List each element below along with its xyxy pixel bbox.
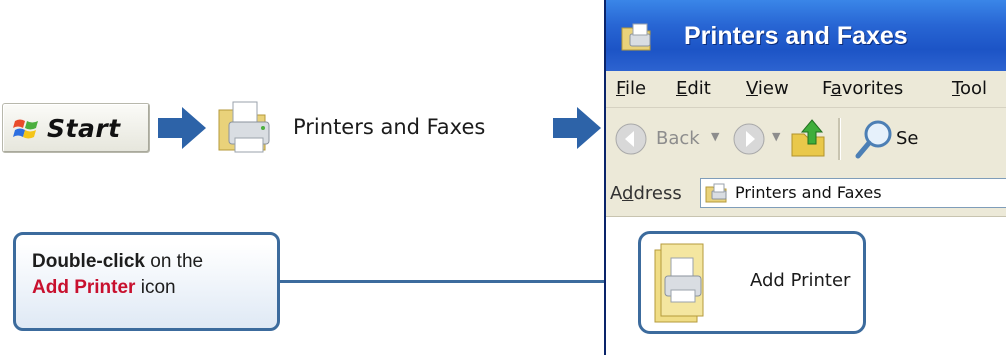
search-button-label[interactable]: Se	[896, 128, 1006, 149]
callout-mid-text: on the	[144, 251, 204, 272]
callout-end-text: icon	[135, 277, 176, 298]
search-icon[interactable]	[854, 118, 896, 160]
windows-logo-icon	[13, 119, 38, 139]
address-input[interactable]: Printers and Faxes	[700, 178, 1006, 208]
callout-connector-line	[280, 280, 640, 283]
callout-line-1: Double-click on the	[32, 249, 261, 275]
menu-tools[interactable]: Tool	[952, 78, 987, 99]
right-arrow-icon	[553, 107, 601, 149]
menu-file[interactable]: File	[616, 78, 646, 99]
address-bar: Address Printers and Faxes	[606, 172, 1006, 217]
printer-folder-icon	[218, 101, 270, 153]
menu-view[interactable]: View	[746, 78, 789, 99]
window-titlebar[interactable]: Printers and Faxes	[606, 0, 1006, 71]
window-title: Printers and Faxes	[684, 22, 908, 50]
printers-folder-icon	[705, 183, 727, 203]
toolbar-separator	[838, 118, 841, 160]
folder-content: Add Printer	[606, 217, 1006, 355]
forward-icon[interactable]	[732, 122, 766, 156]
address-value: Printers and Faxes	[735, 183, 882, 202]
back-button-label[interactable]: Back	[656, 128, 700, 149]
add-printer-label: Add Printer	[750, 270, 851, 291]
right-arrow-icon	[158, 107, 206, 149]
add-printer-item[interactable]: Add Printer	[638, 231, 866, 334]
address-label: Address	[610, 183, 682, 204]
add-printer-icon	[654, 243, 704, 323]
printers-and-faxes-label: Printers and Faxes	[293, 115, 486, 139]
start-label: Start	[47, 114, 121, 143]
instruction-callout: Double-click on the Add Printer icon	[13, 232, 280, 331]
folder-up-icon[interactable]	[788, 118, 830, 160]
start-button[interactable]: Start	[2, 103, 150, 153]
callout-line-2: Add Printer icon	[32, 275, 261, 301]
back-dropdown-icon[interactable]: ▼	[711, 130, 719, 143]
menu-bar: File Edit View Favorites Tool	[606, 71, 1006, 108]
menu-edit[interactable]: Edit	[676, 78, 711, 99]
back-icon[interactable]	[614, 122, 648, 156]
explorer-window: Printers and Faxes File Edit View Favori…	[604, 0, 1006, 355]
forward-dropdown-icon[interactable]: ▼	[772, 130, 780, 143]
standard-toolbar: Back ▼ ▼ Se	[606, 108, 1006, 173]
callout-bold-text: Double-click	[32, 251, 145, 272]
printers-folder-icon	[621, 23, 651, 51]
menu-favorites[interactable]: Favorites	[822, 78, 903, 99]
callout-highlight-text: Add Printer	[32, 277, 136, 298]
printers-and-faxes-item[interactable]: Printers and Faxes	[215, 98, 575, 158]
